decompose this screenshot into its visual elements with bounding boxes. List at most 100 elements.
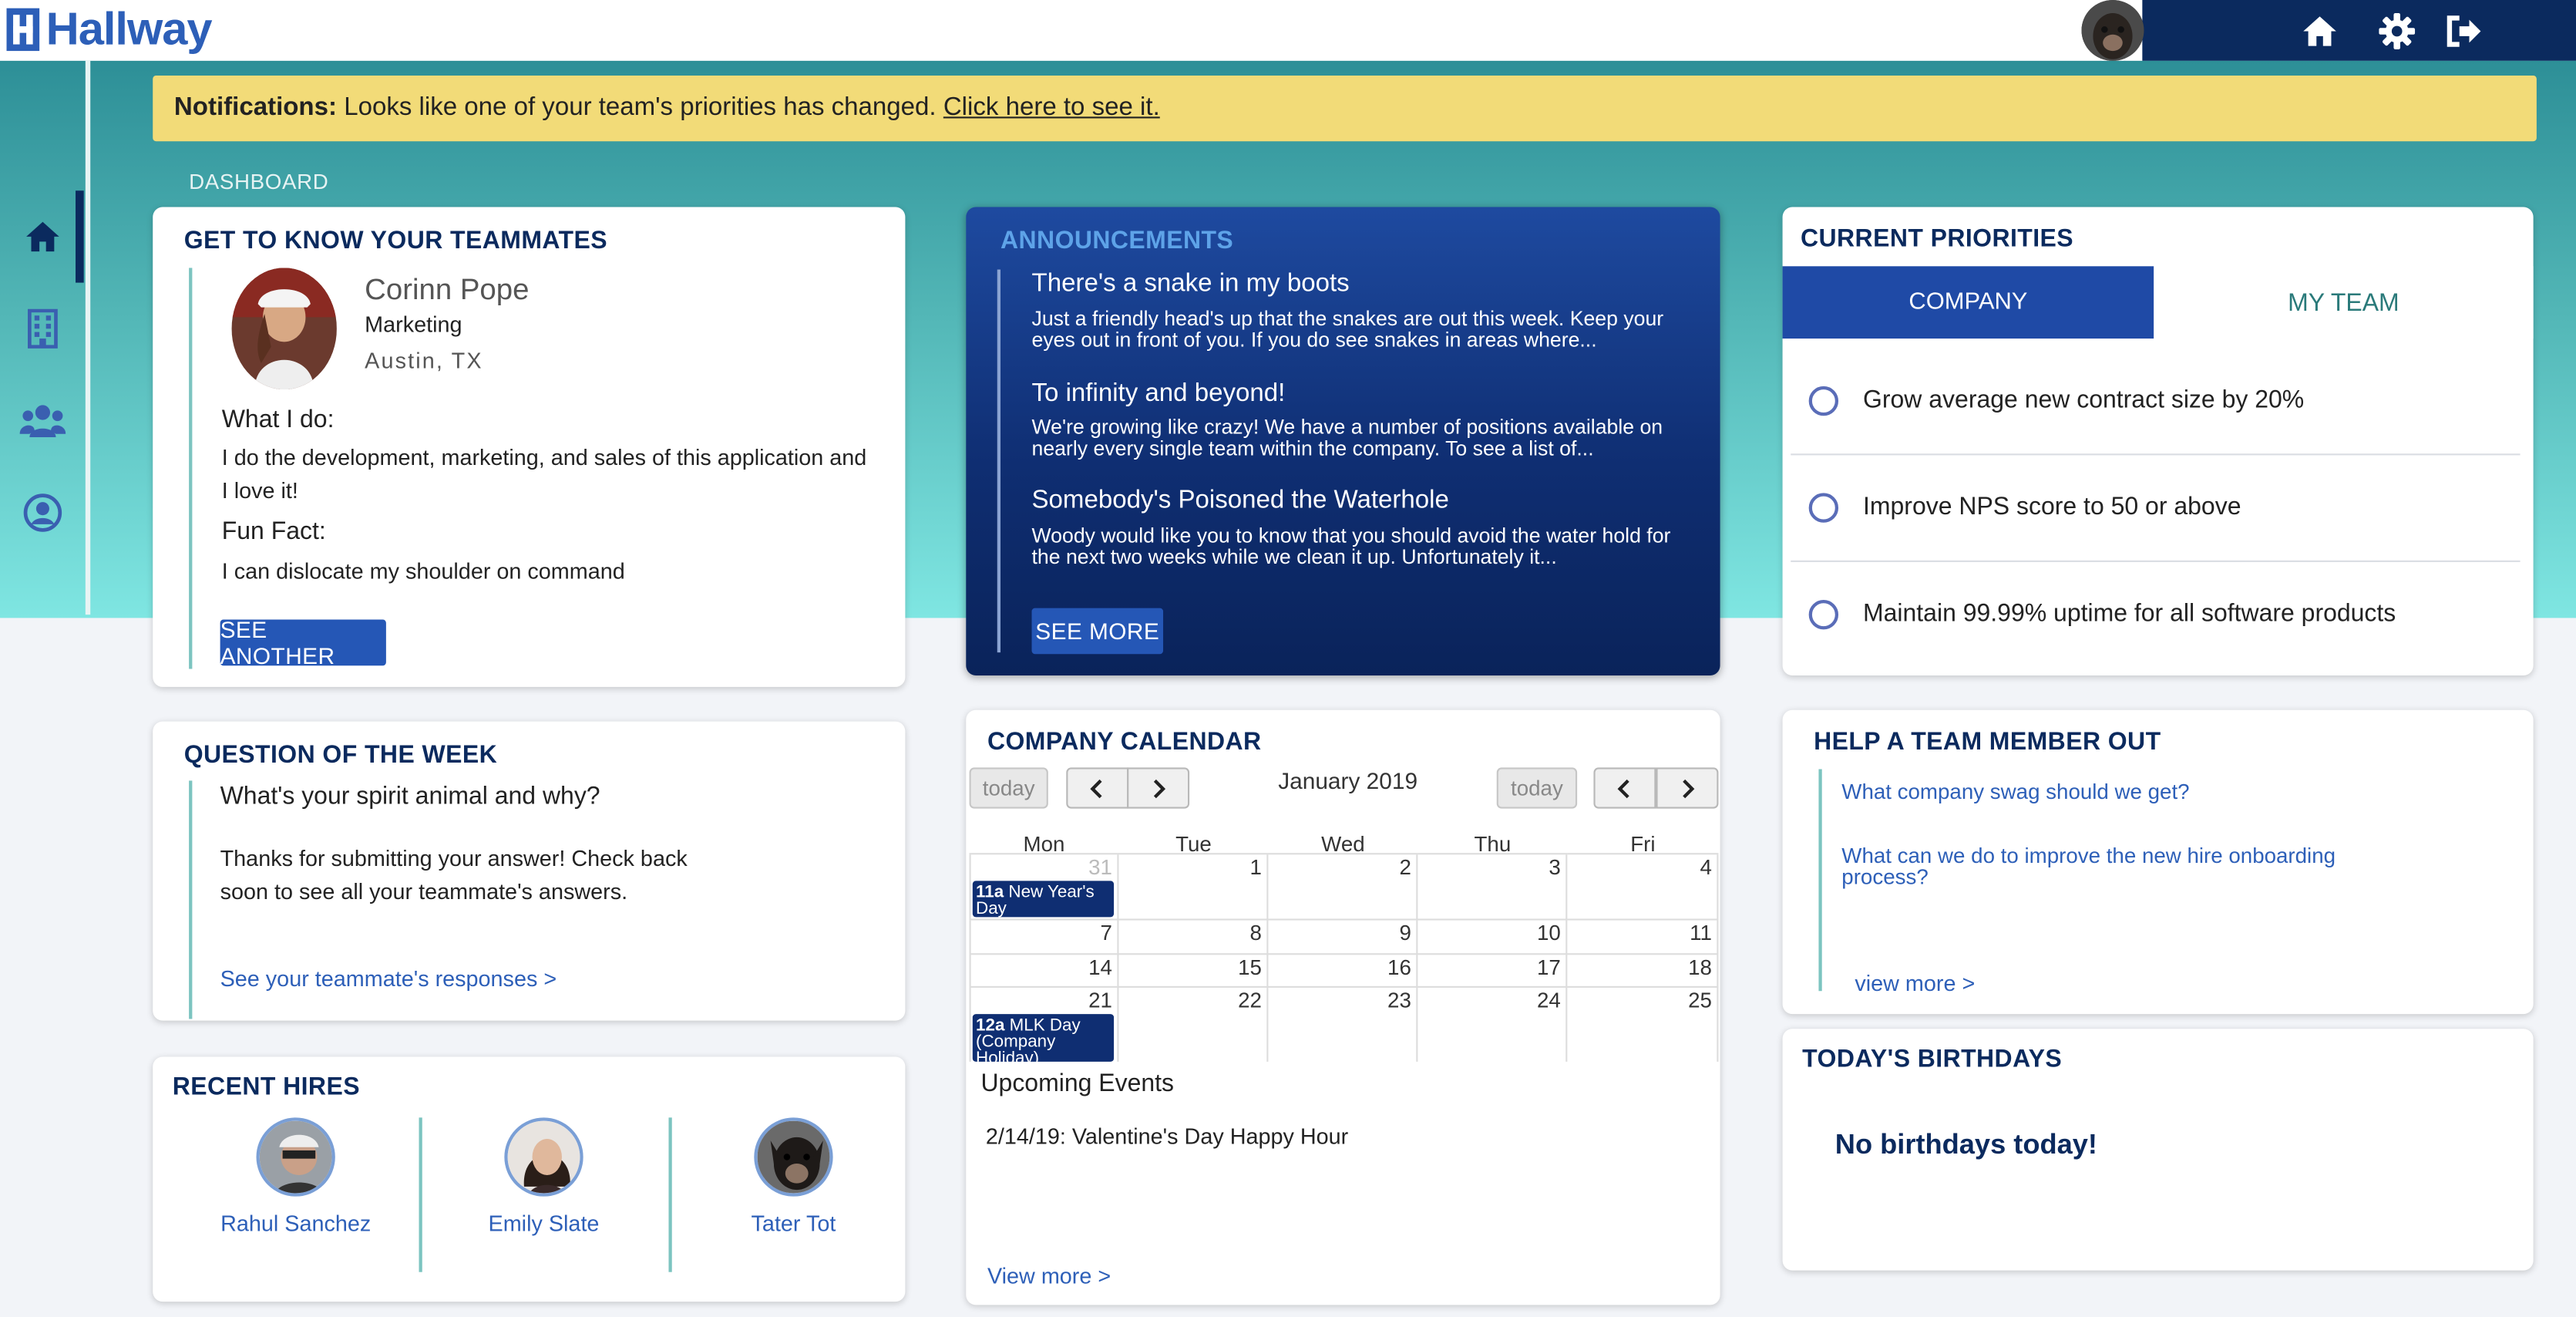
announcement-title[interactable]: To infinity and beyond! [1032, 379, 1286, 409]
calendar-day-cell[interactable]: 9 [1268, 920, 1418, 955]
sidebar-building-icon[interactable] [20, 305, 66, 352]
calendar-prev-button[interactable] [1066, 767, 1129, 809]
priority-item: Maintain 99.99% uptime for all software … [1791, 561, 2520, 668]
dashboard-page: Hallway Notifications: Looks like one of… [0, 0, 2576, 1317]
calendar-day-cell[interactable]: 22 [1118, 987, 1269, 1062]
chevron-right-icon [1153, 778, 1166, 798]
sidebar-divider [85, 60, 91, 615]
help-question[interactable]: What can we do to improve the new hire o… [1841, 845, 2383, 888]
calendar-grid: Mon Tue Wed Thu Fri 31 1 2 3 4 11a New Y… [969, 831, 1719, 1062]
hire-avatar[interactable] [754, 1117, 833, 1197]
logo[interactable]: Hallway [6, 2, 213, 54]
what-i-do-text: I do the development, marketing, and sal… [221, 445, 867, 503]
upcoming-event[interactable]: 2/14/19: Valentine's Day Happy Hour [986, 1124, 1348, 1149]
calendar-day-cell[interactable]: 17 [1417, 955, 1568, 988]
calendar-day-cell[interactable]: 18 [1567, 955, 1719, 988]
top-bar-actions [2142, 0, 2576, 61]
calendar-event[interactable]: 11a New Year's Day [972, 881, 1115, 918]
birthdays-message: No birthdays today! [1834, 1129, 2097, 1160]
calendar-day-cell[interactable]: 2 [1268, 854, 1418, 921]
hire-name[interactable]: Tater Tot [695, 1211, 893, 1236]
calendar-next-button-secondary[interactable] [1656, 767, 1719, 809]
calendar-day-cell[interactable]: 15 [1118, 955, 1269, 988]
question-accent-line [189, 780, 193, 1019]
announcement-title[interactable]: Somebody's Poisoned the Waterhole [1032, 487, 1449, 516]
announcement-body: Just a friendly head's up that the snake… [1031, 307, 1664, 352]
fun-fact-label: Fun Fact: [221, 517, 326, 546]
notification-label: Notifications: [173, 93, 338, 122]
recent-hires-title: RECENT HIRES [172, 1073, 360, 1102]
logo-mark-icon [6, 7, 40, 51]
calendar-day-cell[interactable]: 4 [1567, 854, 1719, 921]
priority-radio[interactable] [1808, 492, 1839, 522]
calendar-event[interactable]: 12a MLK Day (Company Holiday) [972, 1014, 1115, 1062]
gear-icon[interactable] [2376, 10, 2418, 52]
tab-my-team[interactable]: MY TEAM [2154, 266, 2534, 339]
notification-link[interactable]: Click here to see it. [943, 93, 1160, 121]
priority-radio[interactable] [1808, 385, 1839, 416]
upcoming-events-title: Upcoming Events [980, 1069, 1175, 1098]
calendar-view-more-link[interactable]: View more > [987, 1264, 1111, 1288]
calendar-day-cell[interactable]: 1 [1118, 854, 1269, 921]
calendar-day-header: Wed [1268, 831, 1418, 856]
chevron-right-icon [1683, 778, 1695, 798]
hire-divider [419, 1117, 422, 1272]
calendar-title: COMPANY CALENDAR [987, 728, 1262, 756]
calendar-day-cell[interactable]: 11 [1567, 920, 1719, 955]
teammate-responses-link[interactable]: See your teammate's responses > [220, 966, 557, 991]
calendar-day-header: Fri [1567, 831, 1719, 856]
teammate-department: Marketing [365, 312, 462, 337]
teammates-title: GET TO KNOW YOUR TEAMMATES [183, 227, 607, 255]
see-another-button[interactable]: SEE ANOTHER [220, 616, 386, 669]
calendar-day-cell[interactable]: 14 [969, 955, 1119, 988]
fun-fact-text: I can dislocate my shoulder on command [221, 558, 625, 584]
tab-company[interactable]: COMPANY [1782, 266, 2154, 339]
teammate-photo [231, 268, 337, 390]
calendar-day-cell[interactable]: 23 [1268, 987, 1418, 1062]
announcements-title: ANNOUNCEMENTS [1000, 227, 1234, 255]
answer-confirmation: Thanks for submitting your answer! Check… [220, 846, 688, 904]
logout-icon[interactable] [2443, 10, 2485, 52]
calendar-day-cell[interactable]: 3 [1417, 854, 1568, 921]
calendar-day-cell[interactable]: 8 [1118, 920, 1269, 955]
home-icon[interactable] [2299, 10, 2341, 52]
calendar-day-cell[interactable]: 7 [969, 920, 1119, 955]
what-i-do-label: What I do: [221, 406, 335, 434]
sidebar-team-icon[interactable] [19, 398, 66, 444]
calendar-day-header: Mon [969, 831, 1119, 856]
hire-avatar[interactable] [256, 1117, 335, 1197]
help-view-more-link[interactable]: view more > [1855, 972, 1975, 996]
calendar-next-button[interactable] [1127, 767, 1190, 809]
calendar-prev-button-secondary[interactable] [1593, 767, 1656, 809]
sidebar-profile-icon[interactable] [20, 490, 66, 536]
help-title: HELP A TEAM MEMBER OUT [1814, 728, 2161, 756]
help-question[interactable]: What company swag should we get? [1841, 780, 2383, 802]
calendar-day-cell[interactable]: 25 [1567, 987, 1719, 1062]
hire-divider [668, 1117, 672, 1272]
priority-text: Improve NPS score to 50 or above [1863, 493, 2241, 521]
birthdays-title: TODAY'S BIRTHDAYS [1802, 1045, 2063, 1073]
calendar-today-button-secondary[interactable]: today [1496, 767, 1578, 809]
priority-text: Maintain 99.99% uptime for all software … [1863, 599, 2396, 628]
teammate-name: Corinn Pope [365, 272, 530, 306]
teammate-location: Austin, TX [365, 348, 483, 373]
question-card: QUESTION OF THE WEEK What's your spirit … [153, 721, 906, 1021]
sidebar-home-icon[interactable] [20, 214, 66, 260]
calendar-day-cell[interactable]: 10 [1417, 920, 1568, 955]
see-more-button[interactable]: SEE MORE [1031, 608, 1164, 655]
hire-name[interactable]: Rahul Sanchez [197, 1211, 395, 1236]
priority-radio[interactable] [1808, 598, 1839, 629]
calendar-day-cell[interactable]: 16 [1268, 955, 1418, 988]
calendar-month-label: January 2019 [1278, 767, 1418, 794]
calendar-today-button[interactable]: today [969, 767, 1048, 809]
hire-avatar[interactable] [504, 1117, 583, 1197]
user-avatar[interactable] [2081, 0, 2144, 61]
hire-name[interactable]: Emily Slate [446, 1211, 643, 1236]
calendar-day-cell[interactable]: 24 [1417, 987, 1568, 1062]
recent-hires-card: RECENT HIRES Rahul Sanchez Emily Slate T… [153, 1056, 906, 1302]
calendar-day-header: Thu [1417, 831, 1568, 856]
announcements-card: ANNOUNCEMENTS There's a snake in my boot… [966, 207, 1720, 676]
breadcrumb: DASHBOARD [189, 169, 329, 194]
announcement-title[interactable]: There's a snake in my boots [1032, 270, 1350, 299]
priorities-card: CURRENT PRIORITIES COMPANY MY TEAM Grow … [1782, 207, 2534, 676]
